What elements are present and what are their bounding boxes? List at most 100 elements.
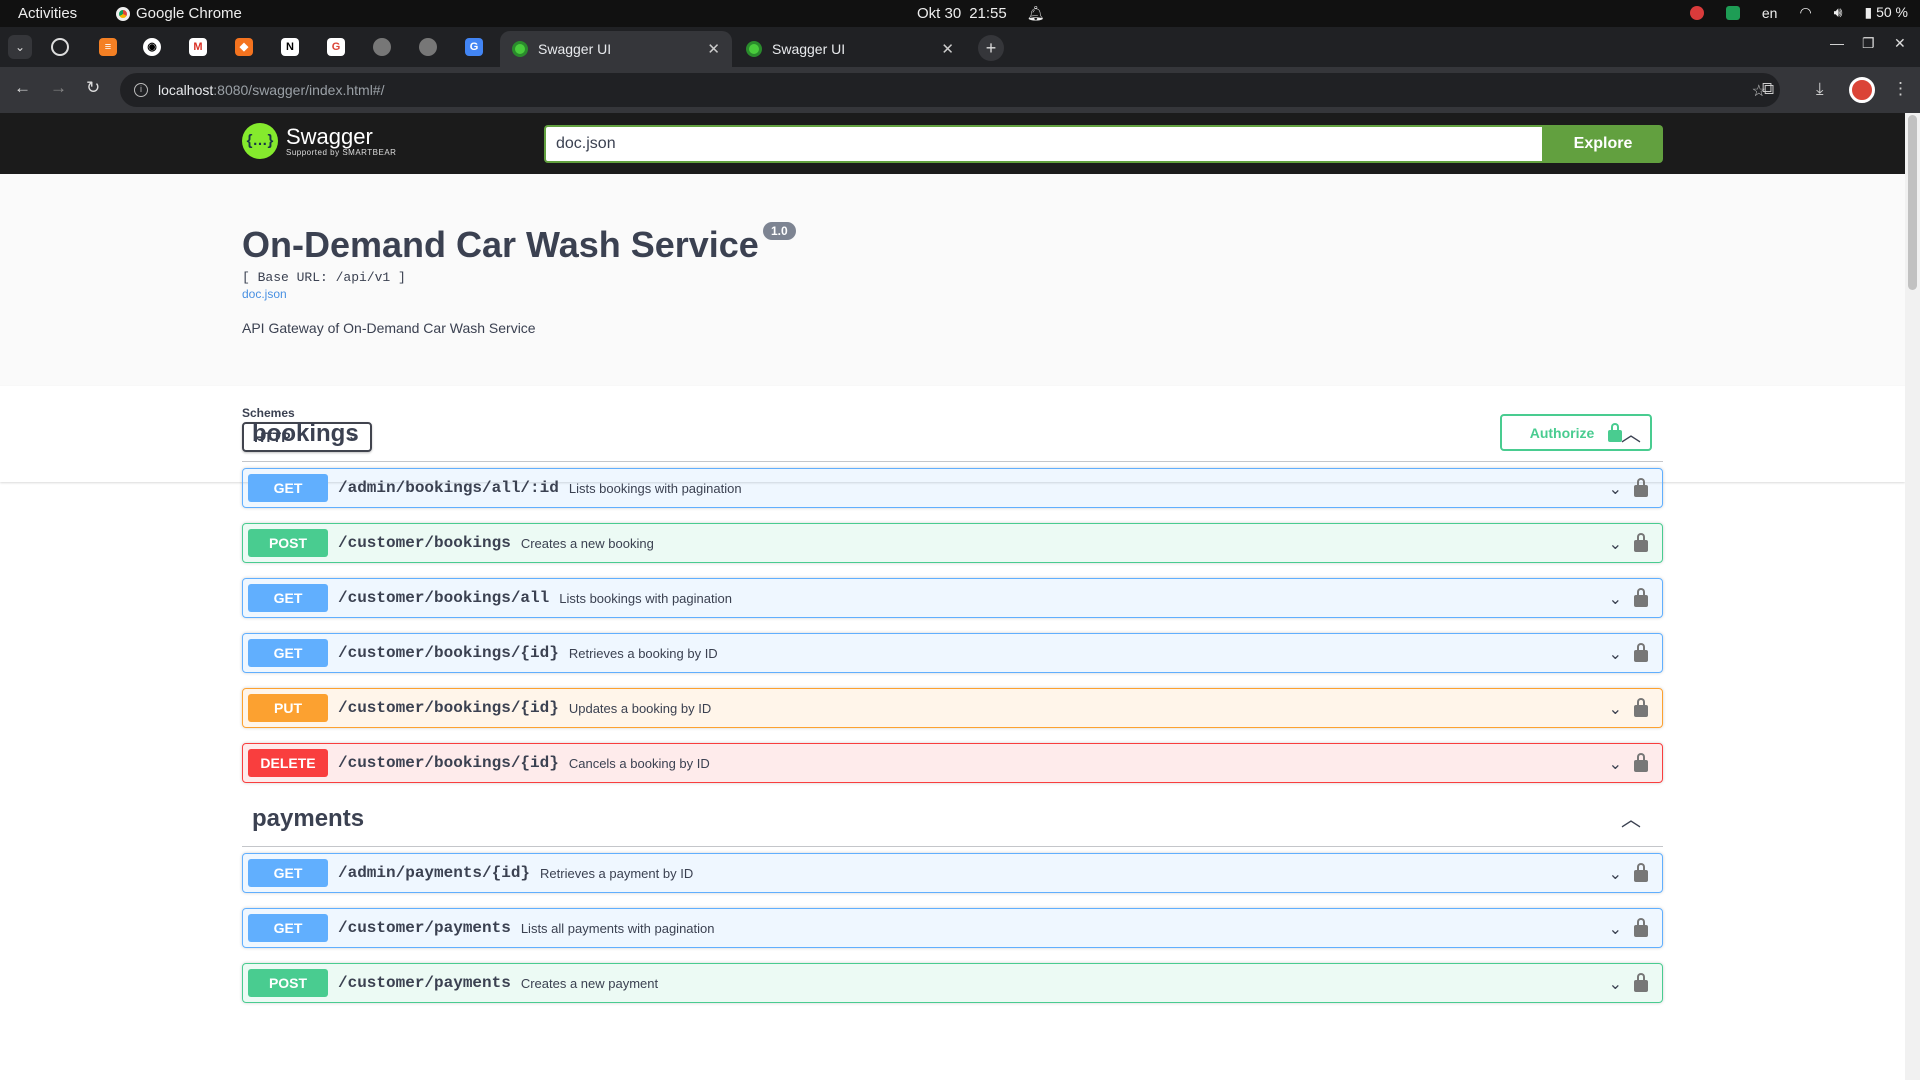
tab-swagger-ui-2[interactable]: Swagger UI ✕ <box>734 31 966 67</box>
pinned-tab-globe-1[interactable] <box>362 31 402 63</box>
tab-swagger-ui-1[interactable]: Swagger UI ✕ <box>500 31 732 67</box>
chevron-down-icon[interactable]: ⌄ <box>1609 754 1622 774</box>
system-tray[interactable]: en ◠ 🔊︎ ▮ 50 % <box>1689 4 1908 21</box>
operation-get-customer-bookings-all[interactable]: GET /customer/bookings/all Lists booking… <box>242 578 1663 618</box>
chevron-down-icon[interactable]: ⌄ <box>1609 699 1622 719</box>
extensions-icon[interactable]: ⧉ <box>1762 79 1774 99</box>
tab-title: Swagger UI <box>538 41 612 57</box>
translate-icon: G <box>465 38 483 56</box>
swagger-topbar: {…} Swagger Supported by SMARTBEAR doc.j… <box>0 113 1905 174</box>
operation-post-customer-bookings[interactable]: POST /customer/bookings Creates a new bo… <box>242 523 1663 563</box>
lock-icon <box>1634 643 1648 662</box>
tag-header[interactable]: payments ︿ <box>242 791 1663 847</box>
pinned-tab-github[interactable]: ◉ <box>132 31 172 63</box>
chevron-down-icon[interactable]: ⌄ <box>1609 974 1622 994</box>
globe-icon <box>373 38 391 56</box>
operation-summary: Creates a new booking <box>520 535 654 551</box>
scrollbar-thumb[interactable] <box>1908 115 1917 290</box>
method-badge: GET <box>248 859 328 887</box>
battery-percent: 50 % <box>1876 4 1908 20</box>
operation-summary: Retrieves a payment by ID <box>540 865 694 881</box>
operation-lock[interactable] <box>1634 918 1648 942</box>
operation-delete-customer-bookings-id[interactable]: DELETE /customer/bookings/{id} Cancels a… <box>242 743 1663 783</box>
explore-button[interactable]: Explore <box>1543 125 1663 163</box>
pinned-tab-openai[interactable] <box>40 31 80 63</box>
chevron-down-icon[interactable]: ⌄ <box>1609 644 1622 664</box>
operation-summary: Lists bookings with pagination <box>559 590 732 606</box>
restore-icon[interactable]: ❐ <box>1862 35 1875 52</box>
operation-get-customer-payments[interactable]: GET /customer/payments Lists all payment… <box>242 908 1663 948</box>
operation-lock[interactable] <box>1634 533 1648 557</box>
openai-icon <box>51 38 69 56</box>
operation-lock[interactable] <box>1634 478 1648 502</box>
operation-get-admin-payments-id[interactable]: GET /admin/payments/{id} Retrieves a pay… <box>242 853 1663 893</box>
chevron-down-icon[interactable]: ⌄ <box>1609 919 1622 939</box>
window-close-icon[interactable]: ✕ <box>1894 35 1906 52</box>
activities-button[interactable]: Activities <box>18 5 77 22</box>
operation-lock[interactable] <box>1634 973 1648 997</box>
operation-path: /customer/bookings/{id} <box>338 754 559 772</box>
pinned-tab-globe-2[interactable] <box>408 31 448 63</box>
profile-avatar[interactable] <box>1849 77 1875 103</box>
pinned-tab-translate[interactable]: G <box>454 31 494 63</box>
chevron-down-icon[interactable]: ⌄ <box>1609 479 1622 499</box>
clock[interactable]: Okt 30 21:55 🔔︎ <box>917 5 1045 22</box>
method-badge: GET <box>248 914 328 942</box>
chrome-remote-icon <box>1689 5 1704 20</box>
operation-lock[interactable] <box>1634 698 1648 722</box>
method-badge: DELETE <box>248 749 328 777</box>
operation-lock[interactable] <box>1634 643 1648 667</box>
chevron-down-icon[interactable]: ⌄ <box>1609 864 1622 884</box>
pinned-tab-google[interactable]: G <box>316 31 356 63</box>
operation-get-admin-bookings-all-id[interactable]: GET /admin/bookings/all/:id Lists bookin… <box>242 468 1663 508</box>
spec-url-input[interactable]: doc.json <box>544 125 1544 163</box>
close-icon[interactable]: ✕ <box>941 40 954 58</box>
tag-title: payments <box>252 805 365 832</box>
swagger-logo-subtext: Supported by SMARTBEAR <box>286 147 397 157</box>
operation-put-customer-bookings-id[interactable]: PUT /customer/bookings/{id} Updates a bo… <box>242 688 1663 728</box>
operation-get-customer-bookings-id[interactable]: GET /customer/bookings/{id} Retrieves a … <box>242 633 1663 673</box>
operation-summary: Lists bookings with pagination <box>568 480 742 496</box>
page-scrollbar[interactable] <box>1905 113 1920 1080</box>
volume-icon: 🔊︎ <box>1833 4 1843 20</box>
operation-lock[interactable] <box>1634 588 1648 612</box>
back-icon[interactable]: ← <box>14 78 31 98</box>
swagger-logo[interactable]: {…} Swagger Supported by SMARTBEAR <box>242 123 396 159</box>
pinned-tab-notion[interactable]: N <box>270 31 310 63</box>
tab-search-button[interactable]: ⌄ <box>8 35 32 59</box>
globe-icon <box>419 38 437 56</box>
pinned-tab-gmail[interactable]: M <box>178 31 218 63</box>
chevron-down-icon[interactable]: ⌄ <box>1609 534 1622 554</box>
operation-lock[interactable] <box>1634 753 1648 777</box>
operation-path: /customer/bookings/{id} <box>338 644 559 662</box>
forward-icon[interactable]: → <box>50 78 67 98</box>
tag-header[interactable]: bookings ︿ <box>242 406 1663 462</box>
chevron-up-icon[interactable]: ︿ <box>1621 803 1641 832</box>
page-content: {…} Swagger Supported by SMARTBEAR doc.j… <box>0 113 1905 1080</box>
url-path: :8080/swagger/index.html#/ <box>213 82 385 98</box>
pinned-tab-stackoverflow[interactable]: ≡ <box>88 31 128 63</box>
operation-post-customer-payments[interactable]: POST /customer/payments Creates a new pa… <box>242 963 1663 1003</box>
method-badge: GET <box>248 639 328 667</box>
operation-path: /customer/bookings/all <box>338 589 550 607</box>
address-bar[interactable]: i localhost:8080/swagger/index.html#/ ☆ <box>120 73 1780 107</box>
swagger-favicon <box>512 41 528 57</box>
close-icon[interactable]: ✕ <box>707 40 720 58</box>
gmail-icon: M <box>189 38 207 56</box>
tag-section-payments: payments ︿ GET /admin/payments/{id} Retr… <box>242 791 1663 1003</box>
package-icon: ◆ <box>235 38 253 56</box>
operation-path: /customer/payments <box>338 919 511 937</box>
notion-icon: N <box>281 38 299 56</box>
app-menu[interactable]: Google Chrome <box>116 5 242 22</box>
pinned-tab-app[interactable]: ◆ <box>224 31 264 63</box>
chevron-up-icon[interactable]: ︿ <box>1621 418 1641 447</box>
minimize-icon[interactable]: — <box>1830 35 1844 51</box>
site-info-icon[interactable]: i <box>134 83 148 97</box>
doc-link[interactable]: doc.json <box>242 287 287 301</box>
new-tab-button[interactable]: + <box>978 35 1004 61</box>
operation-lock[interactable] <box>1634 863 1648 887</box>
menu-kebab-icon[interactable]: ⋮ <box>1892 79 1909 99</box>
chevron-down-icon[interactable]: ⌄ <box>1609 589 1622 609</box>
reload-icon[interactable]: ↻ <box>86 78 100 98</box>
download-icon[interactable]: ⤓ <box>1816 79 1824 99</box>
